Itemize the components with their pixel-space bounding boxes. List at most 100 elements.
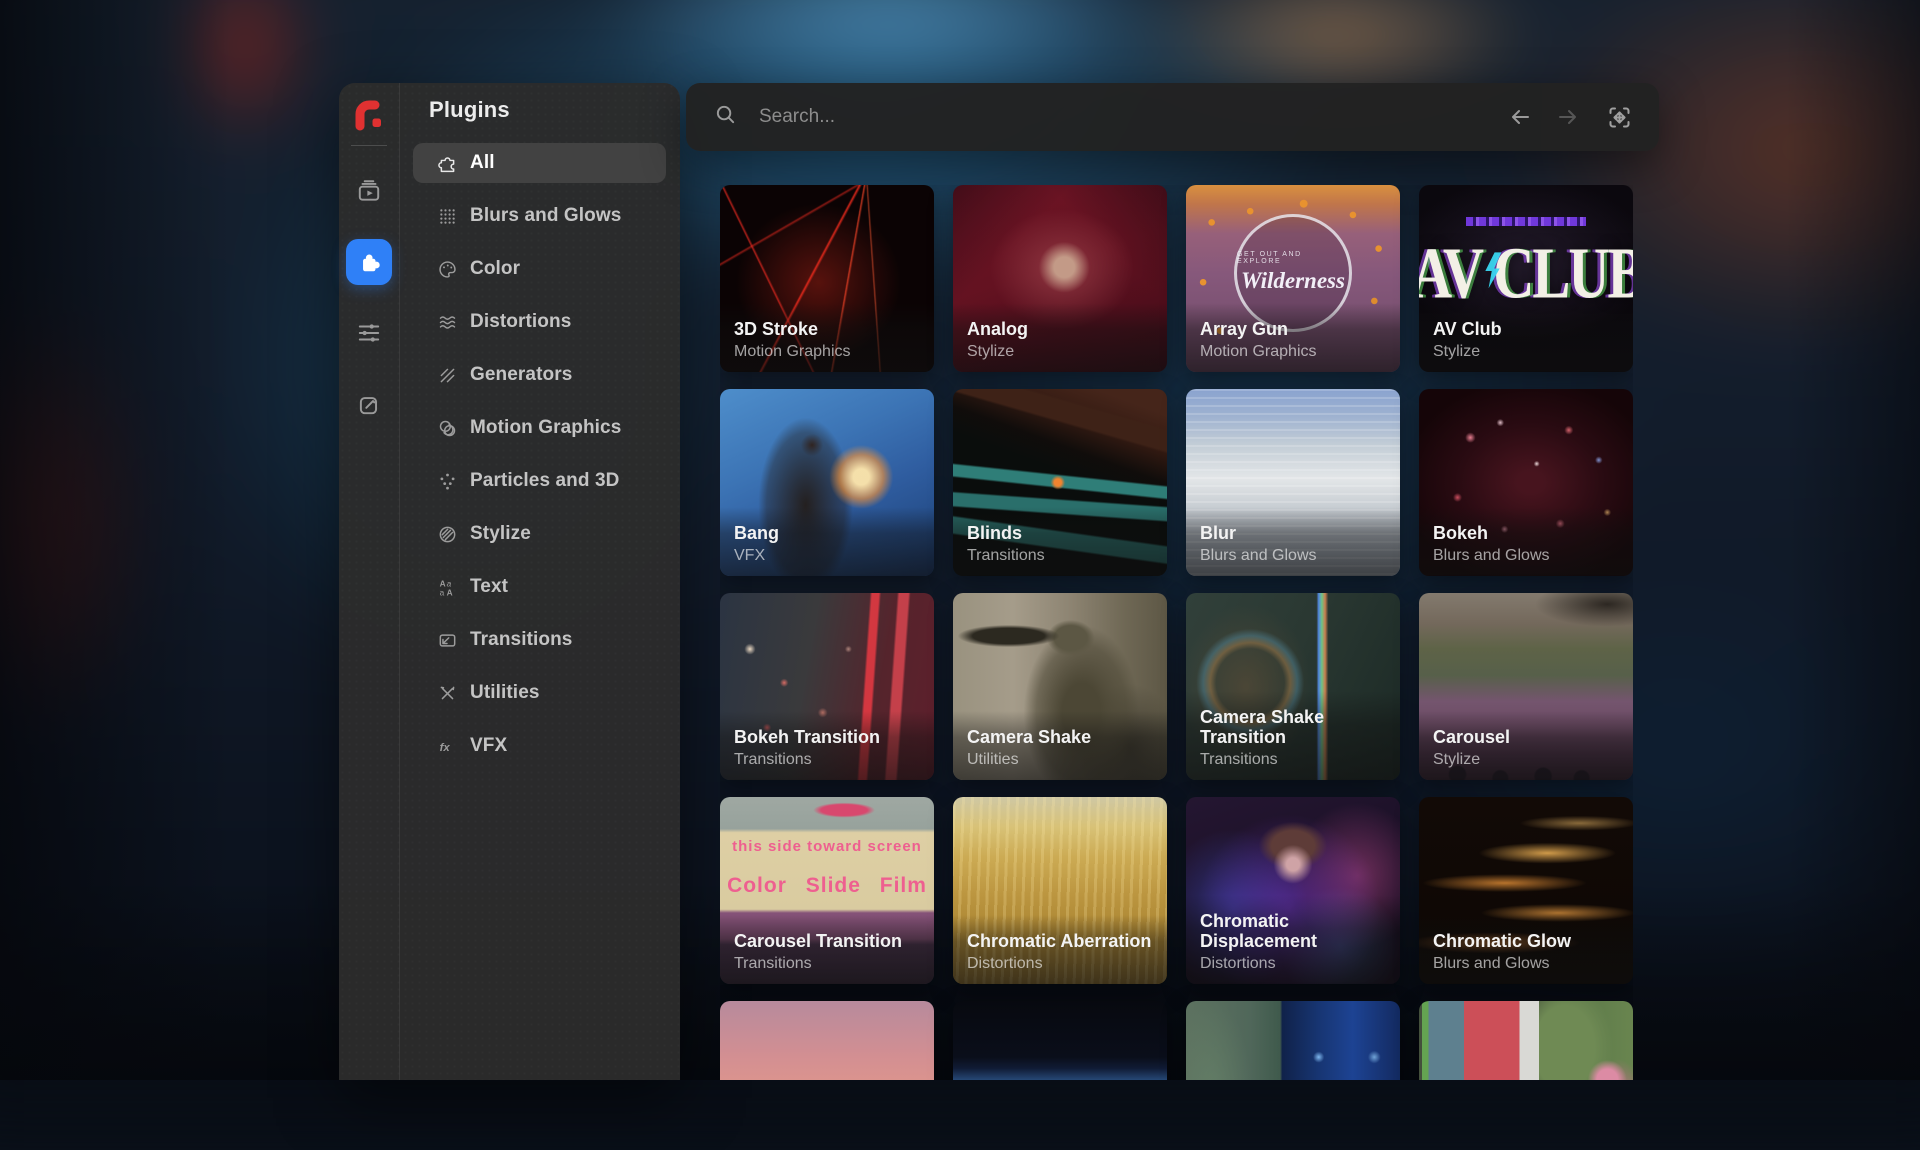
sidebar-item-motion-graphics[interactable]: Motion Graphics (413, 408, 666, 448)
category-icon (437, 206, 458, 227)
plugin-card-analog[interactable]: Analog Stylize (953, 185, 1167, 372)
category-label: Blurs and Glows (470, 205, 621, 227)
plugin-card-category: Stylize (967, 343, 1153, 361)
category-label: Motion Graphics (470, 417, 621, 439)
plugin-card-category: Blurs and Glows (1433, 955, 1619, 973)
plugin-card-array-gun[interactable]: GET OUT AND EXPLOREWilderness Array Gun … (1186, 185, 1400, 372)
sidebar-item-all[interactable]: All (413, 143, 666, 183)
plugin-card-title: Chromatic Glow (1433, 931, 1619, 952)
sidebar-item-transitions[interactable]: Transitions (413, 620, 666, 660)
plugin-card-title: Blinds (967, 523, 1153, 544)
category-icon (437, 524, 458, 545)
plugin-card-label: Camera Shake Utilities (953, 711, 1167, 780)
plugin-card-category: Stylize (1433, 751, 1619, 769)
back-arrow-icon[interactable] (1508, 105, 1532, 129)
plugin-card-chromatic-displacement[interactable]: Chromatic Displacement Distortions (1186, 797, 1400, 984)
settings-sliders-icon[interactable] (346, 310, 392, 356)
plugin-card-av-club[interactable]: AV CLUB AV Club Stylize (1419, 185, 1633, 372)
plugin-card-carousel-transition[interactable]: this side toward screenColor Slide Film … (720, 797, 934, 984)
media-library-icon[interactable] (346, 168, 392, 214)
sidebar-item-vfx[interactable]: fx VFX (413, 726, 666, 766)
category-icon (437, 259, 458, 280)
plugin-card-category: Blurs and Glows (1433, 547, 1619, 565)
svg-text:A: A (447, 587, 453, 597)
plugin-card-label: Chromatic Glow Blurs and Glows (1419, 915, 1633, 984)
plugin-card-category: Motion Graphics (1200, 343, 1386, 361)
plugin-card-label: Bokeh Blurs and Glows (1419, 507, 1633, 576)
sidebar-item-color[interactable]: Color (413, 249, 666, 289)
sidebar-item-generators[interactable]: Generators (413, 355, 666, 395)
category-icon (437, 630, 458, 651)
plugin-card-title: Bang (734, 523, 920, 544)
plugin-card-title: Bokeh Transition (734, 727, 920, 748)
plugin-grid: 3D Stroke Motion Graphics Analog Stylize… (720, 185, 1633, 1080)
plugin-card-label: Bokeh Transition Transitions (720, 711, 934, 780)
plugins-panel: Plugins All Blurs and Glows Color Distor… (339, 83, 680, 1080)
plugin-card-label: Bang VFX (720, 507, 934, 576)
search-input[interactable] (757, 105, 1508, 129)
plugin-card-category: Distortions (1200, 955, 1386, 973)
category-label: Generators (470, 364, 572, 386)
sidebar-item-particles-and-3d[interactable]: Particles and 3D (413, 461, 666, 501)
plugin-card-chromatic-aberration[interactable]: Chromatic Aberration Distortions (953, 797, 1167, 984)
category-icon (437, 683, 458, 704)
plugin-card-title: Carousel (1433, 727, 1619, 748)
plugins-icon[interactable] (346, 239, 392, 285)
plugin-card-category: Utilities (967, 751, 1153, 769)
plugin-card-camera-shake-transition[interactable]: Camera Shake Transition Transitions (1186, 593, 1400, 780)
plugin-card-label: Chromatic Aberration Distortions (953, 915, 1167, 984)
category-icon: AaaA (437, 577, 458, 598)
plugin-card-bokeh-transition[interactable]: Bokeh Transition Transitions (720, 593, 934, 780)
film-leader-text: this side toward screen (720, 838, 934, 855)
sidebar-item-text[interactable]: AaaA Text (413, 567, 666, 607)
plugin-card-title: Analog (967, 319, 1153, 340)
sidebar-item-stylize[interactable]: Stylize (413, 514, 666, 554)
search-icon (714, 103, 737, 131)
category-label: Distortions (470, 311, 571, 333)
plugin-card-category: Transitions (967, 547, 1153, 565)
plugin-card-partial[interactable] (953, 1001, 1167, 1080)
glitch-bar (1466, 217, 1586, 226)
plugin-card-label: 3D Stroke Motion Graphics (720, 303, 934, 372)
plugin-card-blinds[interactable]: Blinds Transitions (953, 389, 1167, 576)
category-list: All Blurs and Glows Color Distortions Ge… (400, 143, 680, 779)
plugin-card-partial[interactable] (720, 1001, 934, 1080)
left-rail (339, 83, 400, 1080)
plugin-card-label: Camera Shake Transition Transitions (1186, 691, 1400, 780)
plugin-card-title: Camera Shake (967, 727, 1153, 748)
plugin-card-title: Array Gun (1200, 319, 1386, 340)
category-icon (437, 418, 458, 439)
plugin-card-partial[interactable] (1186, 1001, 1400, 1080)
plugin-card-chromatic-glow[interactable]: Chromatic Glow Blurs and Glows (1419, 797, 1633, 984)
plugin-card-label: Array Gun Motion Graphics (1186, 303, 1400, 372)
svg-text:fx: fx (440, 741, 451, 753)
plugin-card-carousel[interactable]: Carousel Stylize (1419, 593, 1633, 780)
category-label: Utilities (470, 682, 540, 704)
plugin-card-category: Stylize (1433, 343, 1619, 361)
plugin-card-label: Carousel Stylize (1419, 711, 1633, 780)
plugin-card-title: Camera Shake Transition (1200, 707, 1386, 748)
edit-icon[interactable] (346, 381, 392, 427)
plugin-card-title: Chromatic Aberration (967, 931, 1153, 952)
plugin-card-camera-shake[interactable]: Camera Shake Utilities (953, 593, 1167, 780)
plugin-card-partial[interactable] (1419, 1001, 1633, 1080)
plugin-card-category: Transitions (734, 751, 920, 769)
sidebar-item-utilities[interactable]: Utilities (413, 673, 666, 713)
sidebar-item-distortions[interactable]: Distortions (413, 302, 666, 342)
plugin-card-title: Blur (1200, 523, 1386, 544)
svg-text:a: a (440, 587, 445, 597)
forward-arrow-icon[interactable] (1556, 105, 1580, 129)
plugin-card-category: Transitions (1200, 751, 1386, 769)
category-icon (437, 365, 458, 386)
plugin-card-bokeh[interactable]: Bokeh Blurs and Glows (1419, 389, 1633, 576)
app-logo (353, 99, 385, 131)
plugin-card-blur[interactable]: Blur Blurs and Glows (1186, 389, 1400, 576)
sidebar-item-blurs-and-glows[interactable]: Blurs and Glows (413, 196, 666, 236)
plugin-card-title: AV Club (1433, 319, 1619, 340)
pick-frame-icon[interactable] (1606, 104, 1633, 131)
plugin-card-title: Carousel Transition (734, 931, 920, 952)
plugin-card-3d-stroke[interactable]: 3D Stroke Motion Graphics (720, 185, 934, 372)
plugin-card-bang[interactable]: Bang VFX (720, 389, 934, 576)
category-panel: Plugins All Blurs and Glows Color Distor… (400, 83, 680, 1080)
category-label: Particles and 3D (470, 470, 619, 492)
